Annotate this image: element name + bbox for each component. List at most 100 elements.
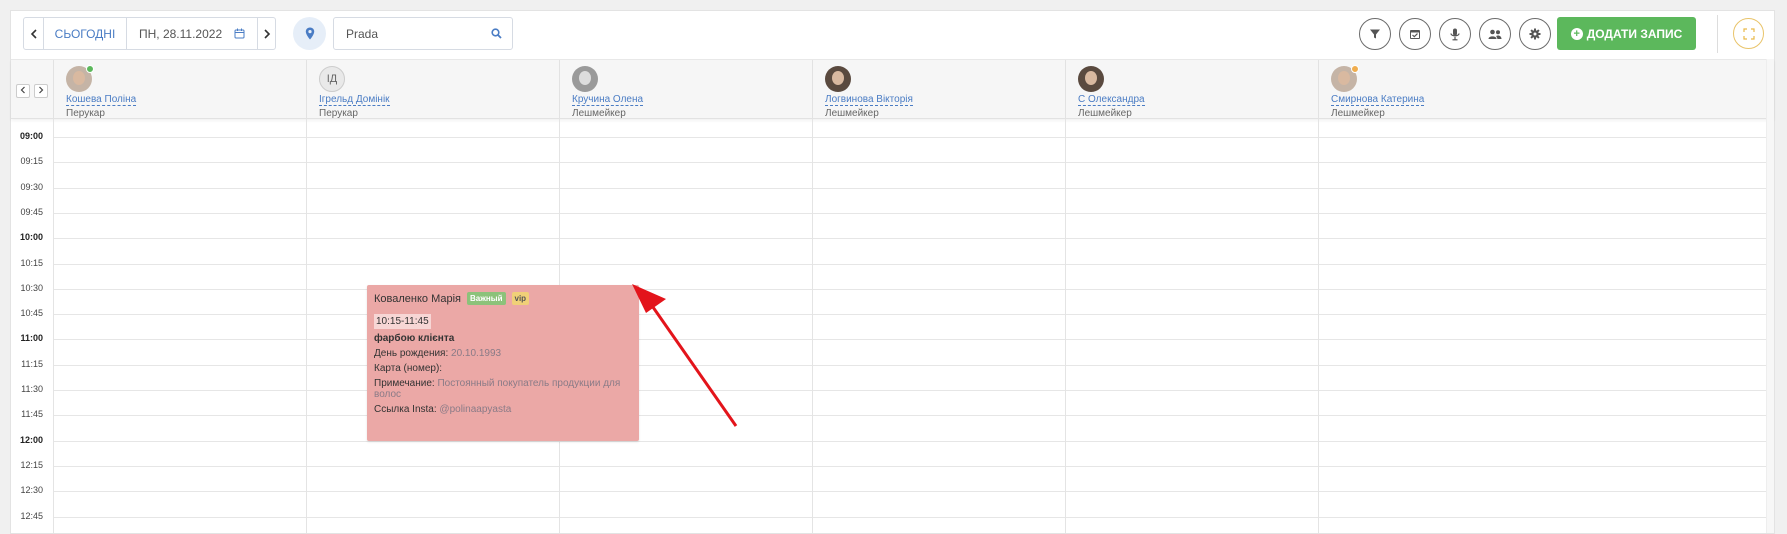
staff-column-header[interactable]: С Олександра Лешмейкер <box>1065 60 1318 120</box>
important-badge: Важный <box>467 292 506 305</box>
search-box[interactable] <box>333 17 513 50</box>
time-label: 10:45 <box>20 308 43 319</box>
filter-button[interactable] <box>1359 18 1391 50</box>
time-label: 11:00 <box>20 333 43 344</box>
grid-row-line <box>53 314 1766 316</box>
online-status-dot <box>86 65 94 73</box>
microphone-icon <box>1450 28 1460 40</box>
schedule-grid[interactable]: 09:00 09:15 09:30 09:45 10:00 10:15 10:30 10:45… <box>11 119 1774 533</box>
time-label: 09:30 <box>20 181 43 192</box>
note-label: Примечание: <box>374 378 435 389</box>
grid-column-line <box>1065 119 1066 533</box>
insta-label: Ссылка Insta: <box>374 404 437 415</box>
grid-column-line <box>812 119 813 533</box>
prev-day-button[interactable] <box>23 17 44 50</box>
staff-name-link[interactable]: Логвинова Вікторія <box>825 94 913 106</box>
calendar-icon <box>234 28 245 39</box>
search-icon[interactable] <box>491 28 502 39</box>
time-label: 09:15 <box>20 156 43 167</box>
chevron-right-icon <box>263 28 270 39</box>
vip-badge: vip <box>511 292 530 305</box>
staff-column-header[interactable]: ІД Ігрельд Домінік Перукар <box>306 60 559 120</box>
today-button[interactable]: СЬОГОДНІ <box>43 17 127 50</box>
grid-row-line <box>53 288 1766 290</box>
plus-circle-icon: + <box>1570 27 1583 40</box>
filter-icon <box>1370 29 1380 39</box>
card-row: Карта (номер): <box>374 363 632 374</box>
gear-icon <box>1529 28 1541 40</box>
grid-row-line <box>53 212 1766 214</box>
toolbar-divider <box>1717 15 1718 53</box>
voice-button[interactable] <box>1439 18 1471 50</box>
grid-column-line <box>53 119 54 533</box>
grid-column-line <box>1318 119 1319 533</box>
time-label: 09:45 <box>20 206 43 217</box>
calendar-check-icon <box>1410 30 1420 39</box>
users-icon <box>1488 29 1502 39</box>
staff-button[interactable] <box>1479 18 1511 50</box>
grid-row-line <box>53 364 1766 366</box>
grid-row-line <box>53 440 1766 442</box>
staff-role: Перукар <box>66 108 105 119</box>
card-label: Карта (номер): <box>374 363 443 374</box>
time-label: 11:30 <box>21 384 43 394</box>
fullscreen-button[interactable] <box>1733 18 1764 49</box>
time-label: 10:30 <box>20 282 43 293</box>
staff-name-link[interactable]: С Олександра <box>1078 94 1145 106</box>
chevron-right-icon <box>39 86 44 94</box>
scrollbar[interactable] <box>1766 59 1774 533</box>
staff-role: Лешмейкер <box>825 108 879 119</box>
staff-column-header[interactable]: Кошева Поліна Перукар <box>53 60 306 120</box>
grid-row-line <box>53 137 1766 138</box>
staff-column-header[interactable]: Кручина Олена Лешмейкер <box>559 60 812 120</box>
grid-row-line <box>53 339 1766 341</box>
time-label: 11:15 <box>21 358 43 369</box>
staff-role: Лешмейкер <box>572 108 626 119</box>
staff-name-link[interactable]: Ігрельд Домінік <box>319 94 390 106</box>
insta-link[interactable]: @polinaapyasta <box>439 404 511 415</box>
date-picker[interactable]: ПН, 28.11.2022 <box>126 17 258 50</box>
insta-row: Ссылка Insta: @polinaapyasta <box>374 404 632 415</box>
staff-column-header[interactable]: Смирнова Катерина Лешмейкер <box>1318 60 1568 120</box>
avatar <box>1331 65 1359 92</box>
time-label: 12:15 <box>20 459 43 470</box>
staff-column-header[interactable]: Логвинова Вікторія Лешмейкер <box>812 60 1065 120</box>
time-label: 10:00 <box>19 232 43 243</box>
avatar <box>572 66 598 92</box>
avatar: ІД <box>319 66 345 92</box>
avatar <box>66 65 94 92</box>
next-day-button[interactable] <box>257 17 276 50</box>
staff-prev-button[interactable] <box>16 84 30 98</box>
map-pin-icon <box>305 27 314 40</box>
time-label: 12:30 <box>20 485 43 496</box>
search-input[interactable] <box>346 26 476 41</box>
add-appointment-label: ДОДАТИ ЗАПИС <box>1586 26 1683 41</box>
schedule-button[interactable] <box>1399 18 1431 50</box>
staff-name-link[interactable]: Кошева Поліна <box>66 94 137 106</box>
appointment-card[interactable]: Коваленко Марія Важный vip 10:15-11:45 ф… <box>367 285 639 441</box>
fullscreen-icon <box>1742 27 1755 40</box>
grid-row-line <box>53 162 1766 164</box>
time-label: 12:00 <box>19 434 43 445</box>
grid-row-line <box>53 415 1766 417</box>
staff-role: Лешмейкер <box>1078 108 1132 119</box>
grid-row-line <box>53 516 1766 518</box>
time-label: 11:45 <box>21 409 43 420</box>
chevron-left-icon <box>20 86 25 94</box>
grid-row-line <box>53 263 1766 265</box>
staff-next-button[interactable] <box>34 84 48 98</box>
location-button[interactable] <box>293 17 326 50</box>
appointment-time: 10:15-11:45 <box>374 314 431 329</box>
time-label: 10:15 <box>20 257 43 268</box>
client-name: Коваленко Марія <box>374 292 462 305</box>
time-label: 12:45 <box>20 510 43 521</box>
staff-name-link[interactable]: Кручина Олена <box>572 94 644 106</box>
grid-row-line <box>53 491 1766 493</box>
settings-button[interactable] <box>1519 18 1551 50</box>
staff-name-link[interactable]: Смирнова Катерина <box>1331 94 1425 106</box>
status-dot <box>1351 65 1359 73</box>
service-name: фарбою клієнта <box>374 333 455 344</box>
avatar <box>1078 66 1104 92</box>
add-appointment-button[interactable]: + ДОДАТИ ЗАПИС <box>1557 17 1696 50</box>
staff-role: Лешмейкер <box>1331 108 1385 119</box>
